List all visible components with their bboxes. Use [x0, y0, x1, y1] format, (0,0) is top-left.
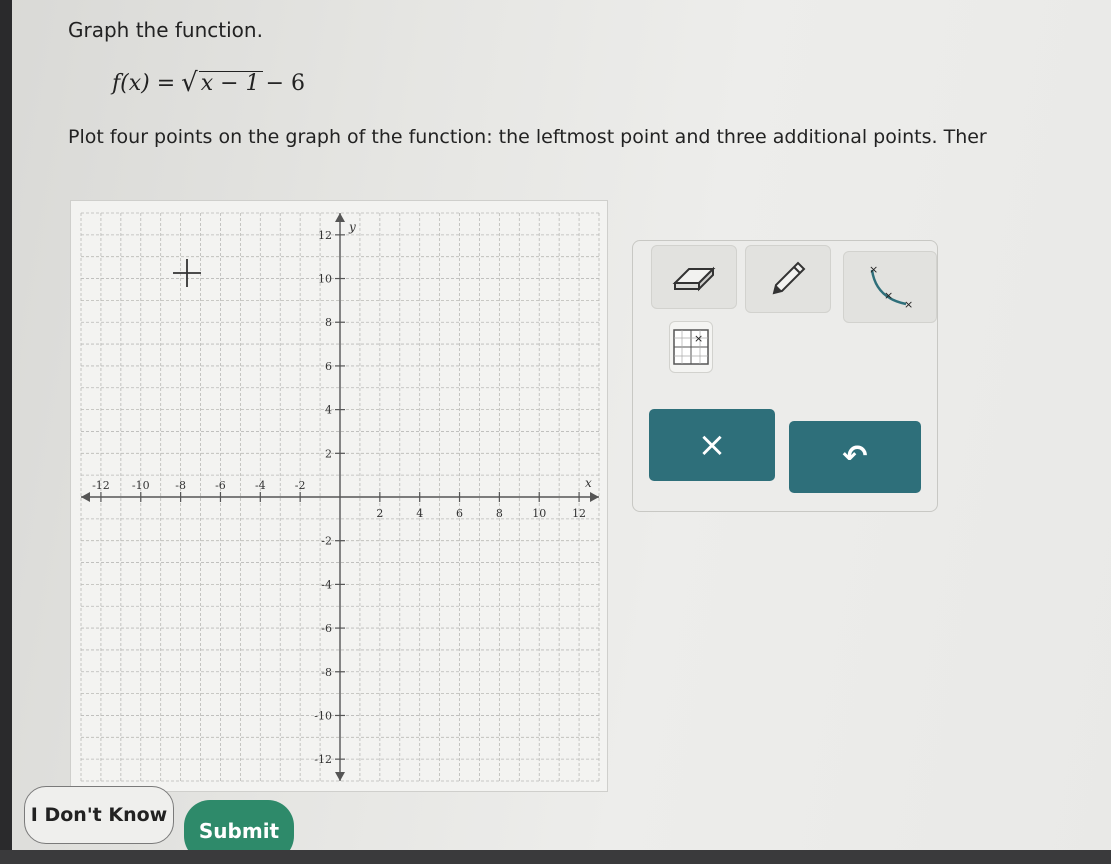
radicand: x − 1 — [198, 70, 263, 96]
y-tick-label: 10 — [318, 273, 332, 286]
eraser-tool-button[interactable] — [651, 245, 737, 309]
x-axis-arrow-left — [81, 492, 90, 502]
svg-text:×: × — [869, 263, 878, 276]
dont-know-button[interactable]: I Don't Know — [24, 786, 174, 844]
tool-panel: × × × × × ↶ — [632, 240, 938, 512]
undo-button[interactable]: ↶ — [789, 421, 921, 493]
y-tick-label: 2 — [325, 447, 332, 460]
y-tick-label: -6 — [321, 622, 332, 635]
y-tick-label: -12 — [314, 753, 332, 766]
x-tick-label: -8 — [175, 479, 186, 492]
eraser-icon — [672, 266, 716, 292]
x-axis-arrow-right — [590, 492, 599, 502]
y-tick-label: 6 — [325, 360, 332, 373]
y-tick-label: 4 — [325, 404, 332, 417]
x-tick-label: 6 — [456, 507, 463, 520]
coordinate-grid[interactable]: -12 -10 -8 -6 -4 -2 2 4 6 8 10 12 12 10 8 6 4 2 -2 -4 -6 -8 -1… — [71, 201, 609, 793]
point-plot-icon: × — [673, 329, 709, 365]
screen-bezel-left — [0, 0, 12, 864]
point-plot-tool-button[interactable]: × — [669, 321, 713, 373]
y-tick-label: 8 — [325, 316, 332, 329]
pencil-tool-button[interactable] — [745, 245, 831, 313]
x-tick-label: 10 — [532, 507, 546, 520]
square-root: √ x − 1 — [181, 68, 263, 98]
directions-text: Plot four points on the graph of the fun… — [68, 126, 987, 148]
x-tick-label: -2 — [295, 479, 306, 492]
x-tick-label: 8 — [496, 507, 503, 520]
y-axis-arrow-down — [335, 772, 345, 781]
instruction-text: Graph the function. — [68, 18, 263, 42]
radical-sign: √ — [181, 68, 198, 98]
function-formula: f(x) = √ x − 1 − 6 — [112, 70, 305, 96]
y-axis-arrow-up — [335, 213, 345, 222]
x-tick-label: -10 — [132, 479, 150, 492]
x-tick-label: 12 — [572, 507, 586, 520]
y-tick-label: 12 — [318, 229, 332, 242]
screen-bezel-bottom — [0, 850, 1111, 864]
y-tick-label: -10 — [314, 709, 332, 722]
y-tick-label: -2 — [321, 535, 332, 548]
curve-tool-button[interactable]: × × × — [843, 251, 937, 323]
clear-button[interactable]: × — [649, 409, 775, 481]
x-tick-label: -12 — [92, 479, 110, 492]
svg-text:×: × — [884, 289, 893, 302]
y-axis-label: y — [348, 220, 356, 234]
formula-lhs: f(x) = — [112, 71, 176, 96]
x-tick-label: -6 — [215, 479, 226, 492]
x-axis-label: x — [585, 476, 592, 490]
svg-text:×: × — [904, 298, 913, 311]
svg-text:×: × — [694, 332, 703, 345]
close-icon: × — [697, 425, 727, 465]
formula-tail: − 6 — [265, 71, 305, 96]
graphing-area[interactable]: -12 -10 -8 -6 -4 -2 2 4 6 8 10 12 12 10 8 6 4 2 -2 -4 -6 -8 -1… — [70, 200, 608, 792]
y-tick-label: -4 — [321, 578, 332, 591]
x-tick-label: 4 — [416, 507, 423, 520]
y-tick-label: -8 — [321, 666, 332, 679]
undo-icon: ↶ — [842, 439, 868, 474]
pencil-icon — [772, 261, 806, 295]
x-tick-label: 2 — [376, 507, 383, 520]
curve-points-icon: × × × — [869, 263, 913, 311]
x-tick-label: -4 — [255, 479, 266, 492]
